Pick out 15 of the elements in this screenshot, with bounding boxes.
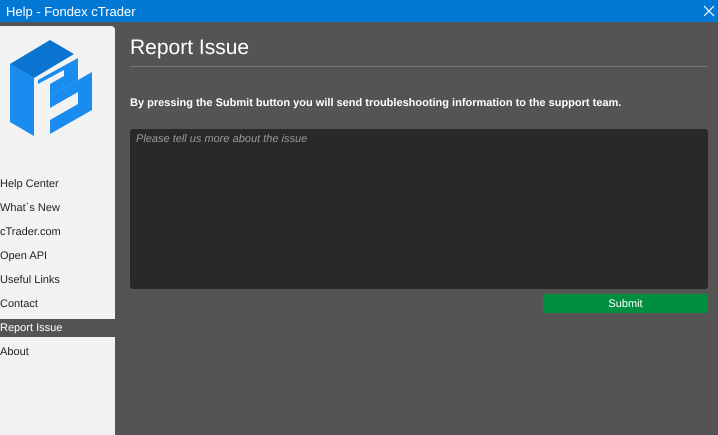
window-title: Help - Fondex cTrader: [6, 4, 136, 18]
notice-text: By pressing the Submit button you will send troubleshooting information to the support team.: [130, 97, 622, 109]
issue-field[interactable]: Please tell us more about the issue: [130, 129, 708, 289]
sidebar-item[interactable]: Open API: [0, 247, 115, 265]
close-icon[interactable]: [703, 5, 715, 17]
page-heading: Report Issue: [130, 36, 708, 67]
sidebar-item[interactable]: Useful Links: [0, 271, 115, 289]
sidebar-item[interactable]: Contact: [0, 295, 115, 313]
logo-icon: [10, 40, 92, 136]
sidebar-item[interactable]: cTrader.com: [0, 223, 115, 241]
sidebar-item[interactable]: What`s New: [0, 199, 115, 217]
submit-button[interactable]: Submit: [543, 294, 708, 313]
sidebar-item[interactable]: Help Center: [0, 175, 115, 193]
sidebar-item[interactable]: Report Issue: [0, 319, 115, 337]
sidebar-item[interactable]: About: [0, 343, 115, 361]
